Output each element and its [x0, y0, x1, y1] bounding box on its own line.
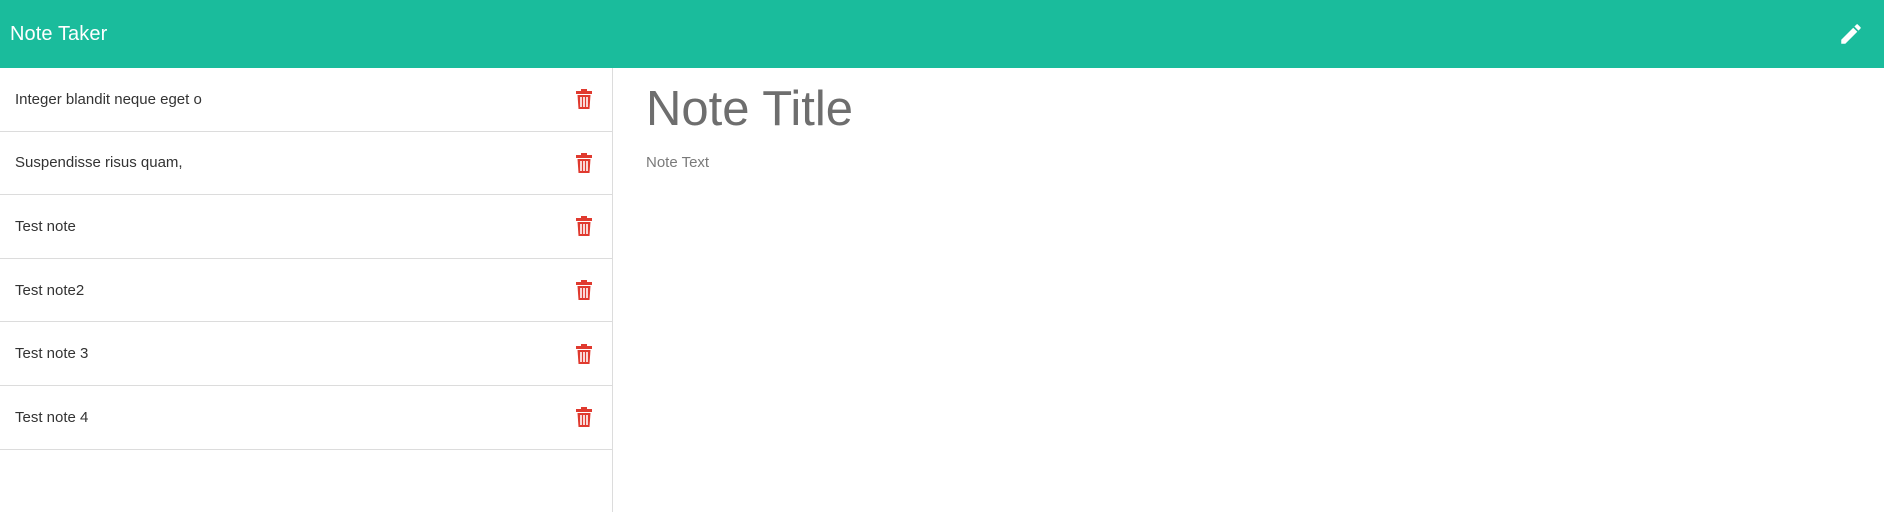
- app-title[interactable]: Note Taker: [10, 24, 107, 44]
- delete-note-button[interactable]: [574, 215, 594, 237]
- note-list-item[interactable]: Suspendisse risus quam,: [0, 132, 612, 196]
- note-item-title[interactable]: Test note: [15, 218, 76, 235]
- trash-icon: [576, 280, 592, 301]
- trash-icon: [576, 152, 592, 173]
- note-item-title[interactable]: Test note 4: [15, 409, 88, 426]
- trash-icon: [576, 343, 592, 364]
- delete-note-button[interactable]: [574, 343, 594, 365]
- delete-note-button[interactable]: [574, 88, 594, 110]
- note-list-item[interactable]: Test note: [0, 195, 612, 259]
- delete-note-button[interactable]: [574, 152, 594, 174]
- note-item-title[interactable]: Test note2: [15, 282, 84, 299]
- navbar: Note Taker: [0, 0, 1884, 68]
- pencil-icon: [1841, 24, 1861, 44]
- new-note-button[interactable]: [1833, 16, 1869, 52]
- delete-note-button[interactable]: [574, 279, 594, 301]
- trash-icon: [576, 407, 592, 428]
- note-item-title[interactable]: Test note 3: [15, 345, 88, 362]
- note-list-item[interactable]: Test note 3: [0, 322, 612, 386]
- note-item-title[interactable]: Integer blandit neque eget o: [15, 91, 202, 108]
- delete-note-button[interactable]: [574, 406, 594, 428]
- note-item-title[interactable]: Suspendisse risus quam,: [15, 154, 183, 171]
- note-title-input[interactable]: [646, 78, 1852, 140]
- notes-list: Integer blandit neque eget o Suspendisse…: [0, 68, 612, 450]
- notes-sidebar: Integer blandit neque eget o Suspendisse…: [0, 68, 613, 512]
- note-list-item[interactable]: Integer blandit neque eget o: [0, 68, 612, 132]
- note-list-item[interactable]: Test note2: [0, 259, 612, 323]
- note-editor: [614, 68, 1884, 512]
- note-list-item[interactable]: Test note 4: [0, 386, 612, 450]
- note-text-input[interactable]: [646, 154, 1852, 494]
- trash-icon: [576, 216, 592, 237]
- trash-icon: [576, 89, 592, 110]
